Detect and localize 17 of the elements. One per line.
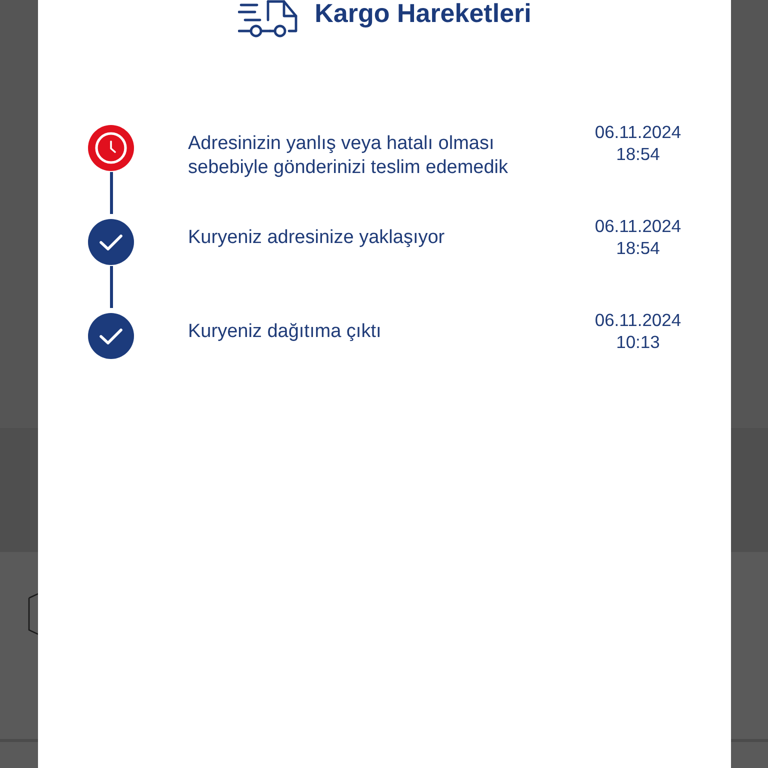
- truck-icon: [238, 0, 298, 38]
- event-time: 18:54: [616, 143, 660, 165]
- event-date: 06.11.2024: [594, 121, 682, 143]
- event-description: Kuryeniz adresinize yaklaşıyor: [188, 226, 446, 250]
- timeline-line: [110, 172, 112, 214]
- timeline-line: [110, 266, 112, 308]
- box-icon: [28, 593, 38, 635]
- event-description: Adresinizin yanlış veya hatalı olması sebebiyle gönderinizi teslim edemedik: [188, 132, 510, 180]
- event-date: 06.11.2024: [594, 215, 682, 237]
- event-time: 18:54: [616, 237, 660, 259]
- dialog-title: Kargo Hareketleri: [314, 0, 532, 26]
- check-icon: [88, 313, 134, 359]
- check-icon: [88, 219, 134, 265]
- event-date: 06.11.2024: [594, 309, 682, 331]
- event-description: Kuryeniz dağıtıma çıktı: [188, 320, 382, 344]
- event-time: 10:13: [616, 331, 660, 353]
- clock-icon: [88, 125, 134, 171]
